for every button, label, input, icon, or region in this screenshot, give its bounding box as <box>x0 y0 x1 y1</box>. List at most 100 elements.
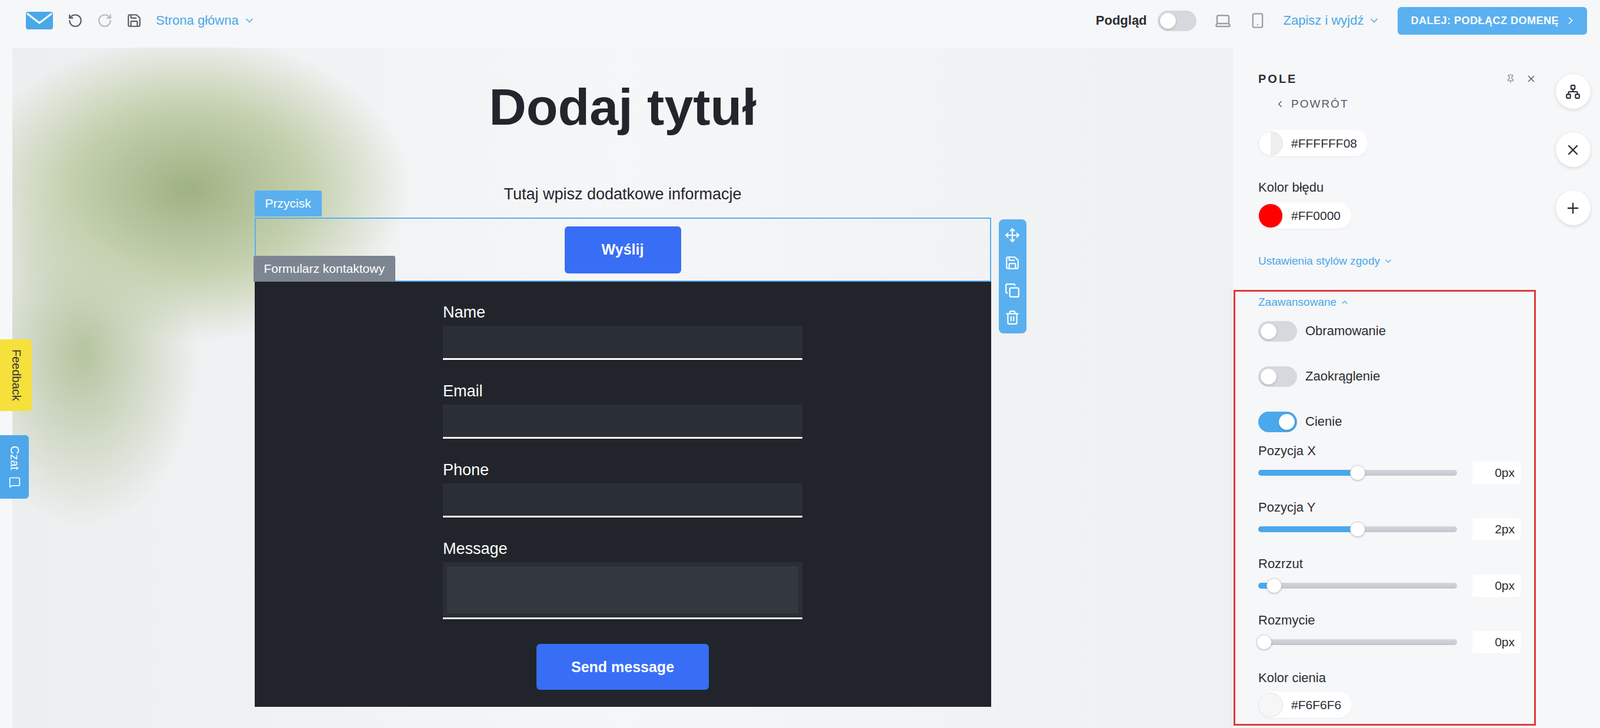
advanced-toggle[interactable]: Zaawansowane <box>1258 295 1523 310</box>
mobile-view-button[interactable] <box>1249 12 1266 29</box>
preview-toggle-group: Podgląd <box>1095 10 1197 32</box>
chevron-up-icon <box>1340 297 1350 308</box>
top-bar: Strona główna Podgląd Zapisz i wyjdź DALEJ:… <box>0 0 1600 42</box>
preview-toggle[interactable] <box>1157 10 1197 32</box>
page-title[interactable]: Dodaj tytuł <box>488 77 757 137</box>
submit-button[interactable]: Send message <box>536 644 709 690</box>
close-icon <box>1564 141 1582 159</box>
next-button[interactable]: DALEJ: PODŁĄCZ DOMENĘ <box>1397 7 1588 35</box>
trash-icon[interactable] <box>1004 310 1020 326</box>
slider-row: 0px <box>1258 574 1523 598</box>
panel-header-actions <box>1505 73 1537 85</box>
text-input[interactable] <box>442 404 803 439</box>
editor-area: Dodaj tytuł Tutaj wpisz dodatkowe informa… <box>0 47 1600 728</box>
plus-icon <box>1564 200 1582 217</box>
slider-thumb[interactable] <box>1256 634 1272 650</box>
back-button[interactable]: POWRÓT <box>1274 97 1537 112</box>
right-rail <box>1545 47 1600 728</box>
slider-fill <box>1258 526 1358 533</box>
field-label: Message <box>442 538 803 559</box>
toggle-switch[interactable] <box>1258 411 1298 433</box>
slider-value[interactable]: 0px <box>1472 574 1521 598</box>
toggle-switch[interactable] <box>1258 366 1298 388</box>
save-icon <box>126 12 142 29</box>
toggle-row: Obramowanie <box>1258 316 1523 346</box>
text-input[interactable] <box>442 325 803 360</box>
save-icon[interactable] <box>1004 255 1020 271</box>
slider-thumb[interactable] <box>1350 465 1366 481</box>
slider-track[interactable] <box>1258 582 1458 589</box>
toggle-label: Obramowanie <box>1305 323 1386 339</box>
site-builder: Strona główna Podgląd Zapisz i wyjdź DALEJ:… <box>0 0 1600 728</box>
field-label: Kolor cienia <box>1258 670 1523 686</box>
copy-icon[interactable] <box>1004 282 1020 299</box>
color-picker[interactable]: #F6F6F6 <box>1258 691 1352 719</box>
color-swatch[interactable] <box>1258 692 1283 718</box>
pin-icon[interactable] <box>1505 74 1516 84</box>
save-exit-menu[interactable]: Zapisz i wyjdź <box>1283 12 1381 29</box>
field-label: Name <box>442 302 803 323</box>
slider-label: Rozrzut <box>1258 556 1523 572</box>
section-toolbar <box>998 219 1027 334</box>
toggle-row: Zaokrąglenie <box>1258 361 1523 392</box>
send-button[interactable]: Wyślij <box>564 226 682 274</box>
field-label: Email <box>442 381 803 402</box>
slider-label: Pozycja Y <box>1258 500 1523 516</box>
color-picker[interactable]: #FFFFFF08 <box>1258 130 1368 157</box>
slider-row: 0px <box>1258 461 1523 485</box>
phone-icon <box>1249 12 1266 29</box>
slider-track[interactable] <box>1258 470 1458 476</box>
slider-thumb[interactable] <box>1350 521 1366 538</box>
form-field: Name <box>442 302 803 360</box>
side-tab-label: Czat <box>7 445 22 470</box>
close-editor-button[interactable] <box>1555 132 1591 168</box>
top-bar-right: Podgląd Zapisz i wyjdź DALEJ: PODŁĄCZ DOME… <box>1095 7 1588 35</box>
save-button[interactable] <box>126 12 142 29</box>
undo-icon <box>67 12 83 29</box>
slider-group: Rozrzut 0px <box>1258 556 1523 598</box>
slider-track[interactable] <box>1258 639 1458 646</box>
slider-label: Rozmycie <box>1258 612 1523 629</box>
desktop-view-button[interactable] <box>1214 11 1232 30</box>
color-picker[interactable]: #FF0000 <box>1258 202 1352 229</box>
advanced-section: ZaawansowaneObramowanieZaokrąglenieCieni… <box>1233 290 1536 726</box>
add-button[interactable] <box>1555 190 1591 226</box>
page-subtitle[interactable]: Tutaj wpisz dodatkowe informacje <box>503 184 742 205</box>
chevron-down-icon <box>1383 256 1393 266</box>
undo-button[interactable] <box>67 12 83 29</box>
side-tab[interactable]: Feedback <box>0 339 32 412</box>
redo-button[interactable] <box>97 12 113 29</box>
sitemap-button[interactable] <box>1555 74 1591 109</box>
page-selector[interactable]: Strona główna <box>155 12 256 29</box>
color-swatch[interactable] <box>1258 131 1283 156</box>
section-tag: Przycisk <box>254 190 322 217</box>
slider-value[interactable]: 0px <box>1472 461 1521 485</box>
side-tab[interactable]: Czat <box>0 435 29 499</box>
panel-header: POLE <box>1258 71 1537 86</box>
toggle-switch[interactable] <box>1258 321 1298 342</box>
slider-row: 0px <box>1258 631 1523 654</box>
consent-styles-link[interactable]: Ustawienia stylów zgody <box>1258 254 1537 269</box>
field-label: Kolor błędu <box>1258 180 1537 196</box>
slider-track[interactable] <box>1258 526 1458 533</box>
preview-label: Podgląd <box>1095 12 1148 29</box>
close-icon[interactable] <box>1525 73 1537 85</box>
form-field: Email <box>442 381 803 439</box>
chevron-left-icon <box>1274 98 1286 110</box>
slider-value[interactable]: 2px <box>1472 518 1521 541</box>
move-icon[interactable] <box>1004 227 1020 243</box>
top-bar-left: Strona główna <box>25 11 256 30</box>
text-input[interactable] <box>442 483 803 518</box>
sitemap-icon <box>1565 84 1581 100</box>
logo-icon[interactable] <box>25 11 54 30</box>
slider-thumb[interactable] <box>1266 578 1282 594</box>
color-swatch[interactable] <box>1258 203 1283 229</box>
slider-value[interactable]: 0px <box>1472 631 1521 654</box>
chevron-right-icon <box>1564 14 1577 27</box>
message-textarea[interactable] <box>442 562 803 620</box>
redo-icon <box>97 12 113 29</box>
slider-group: Pozycja X0px <box>1258 443 1523 485</box>
panel-title: POLE <box>1258 72 1298 86</box>
contact-form[interactable]: Formularz kontaktowyNameEmailPhoneMessag… <box>254 281 992 708</box>
side-tab-label: Feedback <box>9 349 23 402</box>
